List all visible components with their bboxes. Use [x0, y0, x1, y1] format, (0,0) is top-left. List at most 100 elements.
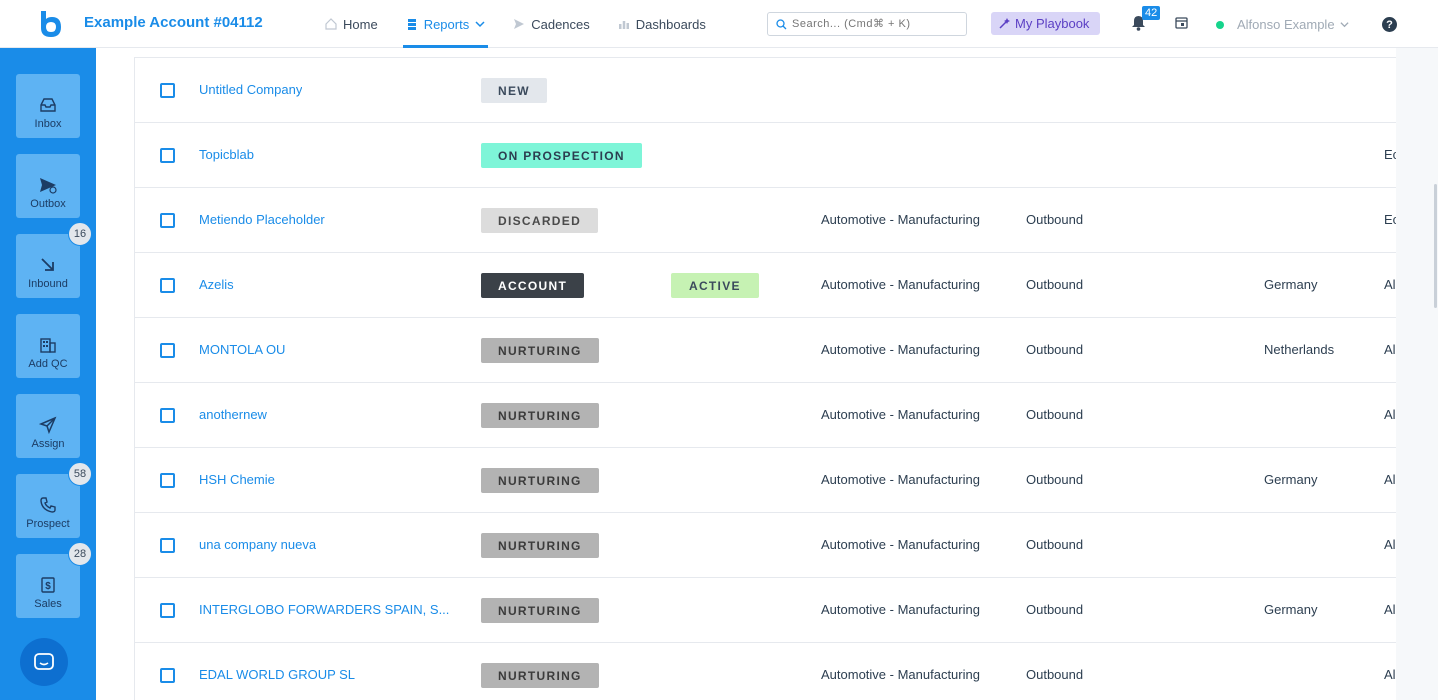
- table-row[interactable]: Topicblab ON PROSPECTION Ec: [135, 123, 1396, 188]
- industry-cell: Automotive - Manufacturing: [821, 602, 980, 617]
- nav-dashboards[interactable]: Dashboards: [615, 0, 709, 48]
- sidebar-item-add-qc[interactable]: Add QC: [16, 314, 80, 378]
- user-menu[interactable]: Alfonso Example: [1216, 17, 1349, 32]
- search-box[interactable]: [767, 12, 967, 36]
- chat-launcher-button[interactable]: [20, 638, 68, 686]
- owner-cell: Al: [1384, 342, 1396, 357]
- owner-cell: Al: [1384, 602, 1396, 617]
- source-cell: Outbound: [1026, 472, 1084, 487]
- sidebar-item-label: Add QC: [28, 358, 68, 370]
- phone-icon: [40, 497, 56, 513]
- my-playbook-button[interactable]: My Playbook: [991, 12, 1101, 35]
- prospect-count-badge: 58: [68, 462, 92, 486]
- country-cell: Germany: [1264, 602, 1318, 617]
- nav-home[interactable]: Home: [322, 0, 381, 48]
- reports-icon: [407, 19, 416, 30]
- status-badge: NURTURING: [481, 338, 599, 363]
- dollar-icon: $: [41, 577, 55, 593]
- owner-cell: Al: [1384, 277, 1396, 292]
- table-row[interactable]: Metiendo Placeholder DISCARDED Automotive …: [135, 188, 1396, 253]
- source-cell: Outbound: [1026, 277, 1084, 292]
- row-checkbox[interactable]: [160, 538, 175, 553]
- company-name-link[interactable]: HSH Chemie: [199, 472, 275, 487]
- search-input[interactable]: [792, 18, 962, 30]
- cadences-icon: [514, 19, 525, 29]
- sidebar-item-inbox[interactable]: Inbox: [16, 74, 80, 138]
- row-checkbox[interactable]: [160, 343, 175, 358]
- svg-text:$: $: [45, 581, 51, 592]
- table-row[interactable]: Untitled Company NEW: [135, 58, 1396, 123]
- building-icon: [40, 338, 56, 353]
- industry-cell: Automotive - Manufacturing: [821, 407, 980, 422]
- row-checkbox[interactable]: [160, 668, 175, 683]
- table-row[interactable]: una company nueva NURTURING Automotive - M…: [135, 513, 1396, 578]
- top-bar: Example Account #04112 Home Reports Cade…: [0, 0, 1438, 48]
- table-row[interactable]: HSH Chemie NURTURING Automotive - Manufact…: [135, 448, 1396, 513]
- company-name-link[interactable]: Topicblab: [199, 147, 254, 162]
- row-checkbox[interactable]: [160, 603, 175, 618]
- company-name-link[interactable]: INTERGLOBO FORWARDERS SPAIN, S...: [199, 602, 449, 617]
- industry-cell: Automotive - Manufacturing: [821, 667, 980, 682]
- sidebar-item-sales[interactable]: $ Sales: [16, 554, 80, 618]
- nav-cadences-label: Cadences: [531, 16, 590, 32]
- sales-count-badge: 28: [68, 542, 92, 566]
- notification-badge: 42: [1142, 6, 1161, 20]
- source-cell: Outbound: [1026, 537, 1084, 552]
- inbound-count-badge: 16: [68, 222, 92, 246]
- calendar-icon[interactable]: [1175, 16, 1188, 29]
- sidebar-item-label: Prospect: [26, 518, 70, 530]
- table-row[interactable]: EDAL WORLD GROUP SL NURTURING Automotive -…: [135, 643, 1396, 700]
- help-icon[interactable]: ?: [1382, 17, 1397, 32]
- status-badge: ACCOUNT: [481, 273, 585, 298]
- company-name-link[interactable]: una company nueva: [199, 537, 316, 552]
- table-row[interactable]: Azelis ACCOUNT ACTIVE Automotive - Manufact…: [135, 253, 1396, 318]
- company-name-link[interactable]: Azelis: [199, 277, 234, 292]
- logo-icon[interactable]: [38, 11, 62, 37]
- nav-cadences[interactable]: Cadences: [510, 0, 593, 48]
- country-cell: Germany: [1264, 277, 1318, 292]
- sidebar-item-label: Sales: [34, 598, 62, 610]
- row-checkbox[interactable]: [160, 473, 175, 488]
- owner-cell: Al: [1384, 472, 1396, 487]
- status-badge: ON PROSPECTION: [481, 143, 642, 168]
- sidebar-item-assign[interactable]: Assign: [16, 394, 80, 458]
- company-name-link[interactable]: EDAL WORLD GROUP SL: [199, 667, 355, 682]
- dashboards-icon: [618, 21, 629, 29]
- status-badge: NURTURING: [481, 663, 599, 688]
- source-cell: Outbound: [1026, 342, 1084, 357]
- vertical-scrollbar[interactable]: [1434, 184, 1437, 308]
- inbound-arrow-icon: [41, 258, 54, 271]
- company-name-link[interactable]: anothernew: [199, 407, 267, 422]
- row-checkbox[interactable]: [160, 278, 175, 293]
- account-status-badge: ACTIVE: [671, 273, 759, 298]
- search-icon: [776, 18, 787, 29]
- country-cell: Germany: [1264, 472, 1318, 487]
- sidebar-item-prospect[interactable]: Prospect: [16, 474, 80, 538]
- source-cell: Outbound: [1026, 602, 1084, 617]
- sidebar-item-inbound[interactable]: Inbound: [16, 234, 80, 298]
- table-row[interactable]: MONTOLA OU NURTURING Automotive - Manufact…: [135, 318, 1396, 383]
- nav-dashboards-label: Dashboards: [635, 16, 706, 32]
- row-checkbox[interactable]: [160, 213, 175, 228]
- main-nav: Home Reports Cadences Dashboards: [322, 0, 731, 48]
- row-checkbox[interactable]: [160, 83, 175, 98]
- table-row[interactable]: INTERGLOBO FORWARDERS SPAIN, S... NURTURI…: [135, 578, 1396, 643]
- source-cell: Outbound: [1026, 212, 1084, 227]
- row-checkbox[interactable]: [160, 408, 175, 423]
- owner-cell: Ec: [1384, 147, 1396, 162]
- row-checkbox[interactable]: [160, 148, 175, 163]
- nav-reports-label: Reports: [423, 16, 470, 32]
- source-cell: Outbound: [1026, 407, 1084, 422]
- account-name[interactable]: Example Account #04112: [84, 14, 263, 31]
- sidebar-item-label: Outbox: [30, 198, 66, 210]
- company-name-link[interactable]: Metiendo Placeholder: [199, 212, 325, 227]
- company-name-link[interactable]: Untitled Company: [199, 82, 302, 97]
- home-icon: [325, 18, 337, 30]
- company-name-link[interactable]: MONTOLA OU: [199, 342, 285, 357]
- nav-reports[interactable]: Reports: [402, 0, 489, 48]
- sidebar-item-outbox[interactable]: Outbox: [16, 154, 80, 218]
- table-row[interactable]: anothernew NURTURING Automotive - Manufact…: [135, 383, 1396, 448]
- sidebar: Inbox Outbox Inbound 16 Add QC Assign Pr…: [0, 48, 96, 700]
- industry-cell: Automotive - Manufacturing: [821, 342, 980, 357]
- industry-cell: Automotive - Manufacturing: [821, 537, 980, 552]
